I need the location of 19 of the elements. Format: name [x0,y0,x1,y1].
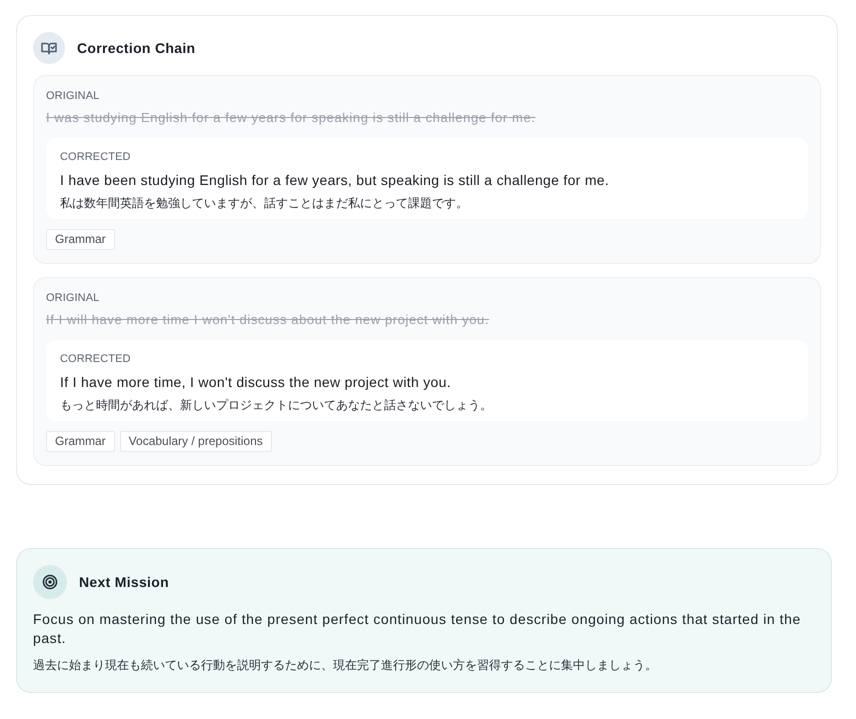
original-label: ORIGINAL [46,291,100,306]
mission-text: Focus on mastering the use of the present perfect continuous tense to describe ongoing actions that started in the past. [33,610,802,648]
corrected-label: CORRECTED [60,352,132,367]
target-icon [33,565,67,599]
original-sentence: If I will have more time I won't discuss about the new project with you. [46,311,490,329]
japanese-translation: もっと時間があれば、新しいプロジェクトについてあなたと話さないでしょう。 [60,397,493,414]
original-sentence: I was studying English for a few years for speaking is still a challenge for me. [46,109,536,127]
original-label: ORIGINAL [46,89,100,104]
card-title: Next Mission [79,574,169,590]
card-title: Correction Chain [77,40,196,56]
corrected-sentence: If I have more time, I won't discuss the new project with you. [60,373,452,392]
japanese-translation: 過去に始まり現在も続いている行動を説明するために、現在完了進行形の使い方を習得することに集中しましょう。 [33,657,658,674]
tag-chip: Vocabulary / prepositions [120,431,272,452]
tag-chip: Grammar [46,431,115,452]
book-check-icon [33,32,65,64]
japanese-translation: 私は数年間英語を勉強していますが、話すことはまだ私にとって課題です。 [60,195,469,212]
corrected-label: CORRECTED [60,150,132,165]
tag-chip: Grammar [46,229,115,250]
corrected-sentence: I have been studying English for a few years, but speaking is still a challenge for me. [60,171,610,190]
